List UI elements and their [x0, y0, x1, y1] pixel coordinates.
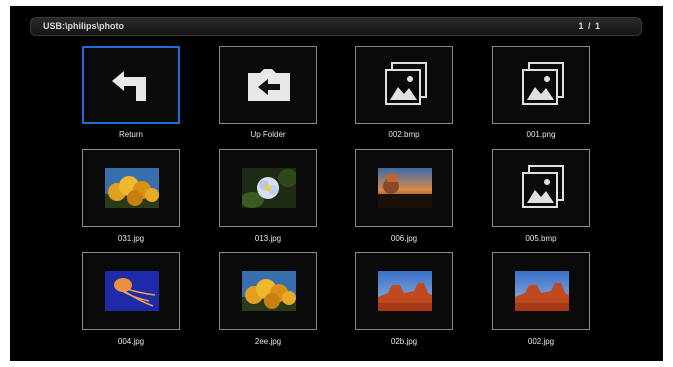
tile-photo[interactable] [219, 149, 317, 227]
photo-thumbnail [242, 168, 296, 208]
tile-label: 002.jpg [527, 337, 555, 346]
tile-label: 013.jpg [254, 234, 282, 243]
tile-file[interactable] [492, 149, 590, 227]
file-browser-screen: USB:\philips\photo 1 / 1 Return Up Folde… [10, 6, 663, 361]
tile-file[interactable] [355, 46, 453, 124]
tile-label: 005.bmp [525, 234, 557, 243]
tile-up-folder[interactable] [219, 46, 317, 124]
photo-thumbnail [378, 271, 432, 311]
photo-thumbnail [242, 271, 296, 311]
tile-photo[interactable] [355, 149, 453, 227]
tile-label: Return [118, 130, 143, 139]
image-file-icon [522, 62, 564, 105]
tile-photo[interactable] [355, 252, 453, 330]
image-file-icon [522, 165, 564, 208]
tile-photo[interactable] [492, 252, 590, 330]
tile-label: Up Folder [250, 130, 286, 139]
tile-photo[interactable] [82, 252, 180, 330]
tile-label: 2ee.jpg [254, 337, 282, 346]
photo-thumbnail [105, 168, 159, 208]
photo-thumbnail [378, 168, 432, 208]
tile-label: 02b.jpg [390, 337, 418, 346]
tile-return[interactable] [82, 46, 180, 124]
tile-label: 001.png [526, 130, 556, 139]
tile-photo[interactable] [82, 149, 180, 227]
tile-label: 002.bmp [388, 130, 420, 139]
page-indicator: 1 / 1 [578, 21, 601, 31]
tile-label: 004.jpg [117, 337, 145, 346]
photo-thumbnail [105, 271, 159, 311]
path-bar: USB:\philips\photo 1 / 1 [30, 17, 642, 36]
tile-label: 006.jpg [390, 234, 418, 243]
return-icon [112, 71, 146, 101]
image-file-icon [385, 62, 427, 105]
tile-file[interactable] [492, 46, 590, 124]
tile-label: 031.jpg [117, 234, 145, 243]
tile-photo[interactable] [219, 252, 317, 330]
current-path: USB:\philips\photo [43, 21, 124, 31]
up-folder-icon [248, 69, 290, 101]
photo-thumbnail [515, 271, 569, 311]
